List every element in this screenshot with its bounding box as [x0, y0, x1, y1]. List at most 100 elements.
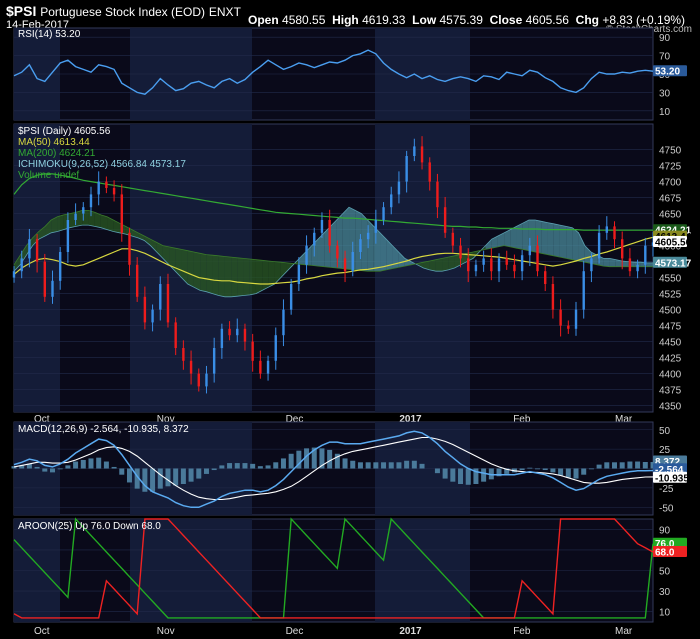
panel-1-ytick-4: 4650: [659, 210, 682, 221]
price-candle-body: [243, 328, 247, 342]
price-candle-body: [351, 252, 354, 272]
price-candle-body: [505, 258, 508, 265]
ichimoku-cloud-segment: [187, 250, 194, 288]
macd-hist-bar: [265, 465, 271, 469]
tag-close-text: 4605.56: [655, 238, 692, 249]
price-candle-body: [328, 220, 331, 246]
macd-hist-bar: [350, 460, 356, 469]
ichimoku-cloud-segment: [541, 221, 548, 255]
macd-hist-bar: [119, 468, 125, 475]
macd-hist-bar: [465, 468, 471, 485]
price-candle-body: [644, 245, 647, 265]
macd-hist-bar: [165, 468, 171, 487]
price-candle-body: [205, 373, 208, 387]
macd-hist-bar: [242, 463, 248, 469]
macd-hist-bar: [196, 468, 202, 479]
macd-hist-bar: [49, 468, 55, 473]
macd-hist-bar: [411, 460, 417, 469]
panel-2-ytick-0: 50: [659, 426, 671, 437]
macd-hist-bar: [211, 468, 217, 471]
macd-hist-bar: [373, 462, 379, 469]
price-candle-body: [58, 252, 62, 281]
macd-hist-bar: [150, 468, 156, 492]
price-candle-body: [544, 271, 547, 284]
price-candle-body: [490, 258, 493, 272]
macd-hist-bar: [80, 459, 86, 469]
price-legend-0: $PSI (Daily) 4605.56: [18, 126, 111, 137]
ichimoku-cloud-segment: [193, 252, 201, 291]
macd-hist-bar: [234, 463, 240, 469]
x-label-bottom-1: Nov: [157, 626, 175, 637]
price-candle-body: [182, 348, 185, 361]
macd-hist-bar: [288, 453, 294, 469]
macd-hist-bar: [203, 468, 209, 474]
macd-hist-bar: [111, 466, 117, 469]
panel-1-ytick-0: 4750: [659, 146, 682, 157]
price-candle-body: [405, 156, 408, 182]
macd-hist-bar: [327, 449, 333, 469]
chart-window: $PSI Portuguese Stock Index (EOD) ENXT 1…: [0, 0, 700, 639]
price-candle-body: [220, 328, 224, 348]
price-candle-body: [590, 258, 593, 272]
rsi-last-tag: 53.20: [653, 65, 687, 78]
tag-aroon-down: 68.0: [653, 545, 687, 558]
price-candle-body: [413, 146, 416, 156]
price-candle-body: [390, 194, 393, 208]
price-candle-body: [228, 328, 231, 336]
price-candle-body: [397, 181, 401, 195]
price-candle-body: [97, 181, 100, 195]
price-candle-body: [451, 232, 455, 246]
panel-1-ytick-1: 4725: [659, 162, 682, 173]
price-candle-body: [151, 309, 154, 323]
macd-hist-bar: [535, 468, 541, 470]
price-legend-3: ICHIMOKU(9,26,52) 4566.84 4573.17: [18, 159, 186, 170]
macd-hist-bar: [388, 462, 394, 469]
price-candle-body: [51, 280, 54, 297]
price-candle-body: [459, 245, 462, 259]
price-candle-body: [282, 309, 285, 336]
ichimoku-cloud-segment: [361, 213, 368, 272]
ichimoku-cloud-segment: [373, 226, 381, 272]
macd-hist-bar: [96, 457, 102, 469]
panel-0-ytick-0: 90: [659, 33, 671, 44]
price-candle-body: [428, 162, 431, 182]
rsi-last-tag-text: 53.20: [655, 67, 680, 78]
ichimoku-cloud-segment: [218, 255, 225, 297]
macd-hist-bar: [573, 468, 579, 479]
price-candle-body: [582, 271, 585, 310]
x-label-bottom-3: 2017: [399, 626, 422, 637]
macd-hist-bar: [250, 463, 256, 469]
ichimoku-cloud-segment: [553, 223, 560, 258]
macd-hist-bar: [227, 463, 233, 469]
macd-hist-bar: [419, 463, 425, 469]
ichimoku-cloud-segment: [100, 214, 108, 230]
price-candle-body: [166, 284, 170, 323]
aroon-legend: AROON(25) Up 76.0 Down 68.0: [18, 521, 161, 532]
macd-hist-bar: [103, 461, 109, 469]
price-candle-body: [274, 335, 277, 361]
panel-2-ytick-3: -25: [659, 484, 674, 495]
price-candle-body: [366, 232, 370, 240]
x-label-bottom-5: Mar: [615, 626, 633, 637]
panel-1-ytick-14: 4400: [659, 370, 682, 381]
price-candle-body: [320, 220, 324, 233]
tag-macd-signal-text: -10.935: [655, 473, 689, 484]
tag-ichimoku: 4573.17: [653, 256, 692, 269]
price-candle-body: [443, 207, 447, 233]
macd-hist-bar: [642, 461, 648, 469]
price-candle-body: [520, 255, 524, 272]
macd-hist-bar: [627, 461, 633, 469]
price-candle-body: [621, 239, 624, 259]
price-candle-body: [28, 239, 31, 259]
price-candle-body: [135, 264, 139, 297]
price-candle-body: [636, 264, 639, 272]
macd-hist-bar: [42, 468, 48, 472]
price-candle-body: [289, 284, 293, 310]
ichimoku-cloud-segment: [566, 226, 573, 260]
ichimoku-cloud-segment: [330, 220, 337, 268]
macd-hist-bar: [481, 468, 487, 482]
price-candle-body: [482, 258, 485, 265]
price-legend-1: MA(50) 4613.44: [18, 137, 90, 148]
panel-1-ytick-11: 4475: [659, 322, 682, 333]
macd-hist-bar: [565, 468, 571, 478]
